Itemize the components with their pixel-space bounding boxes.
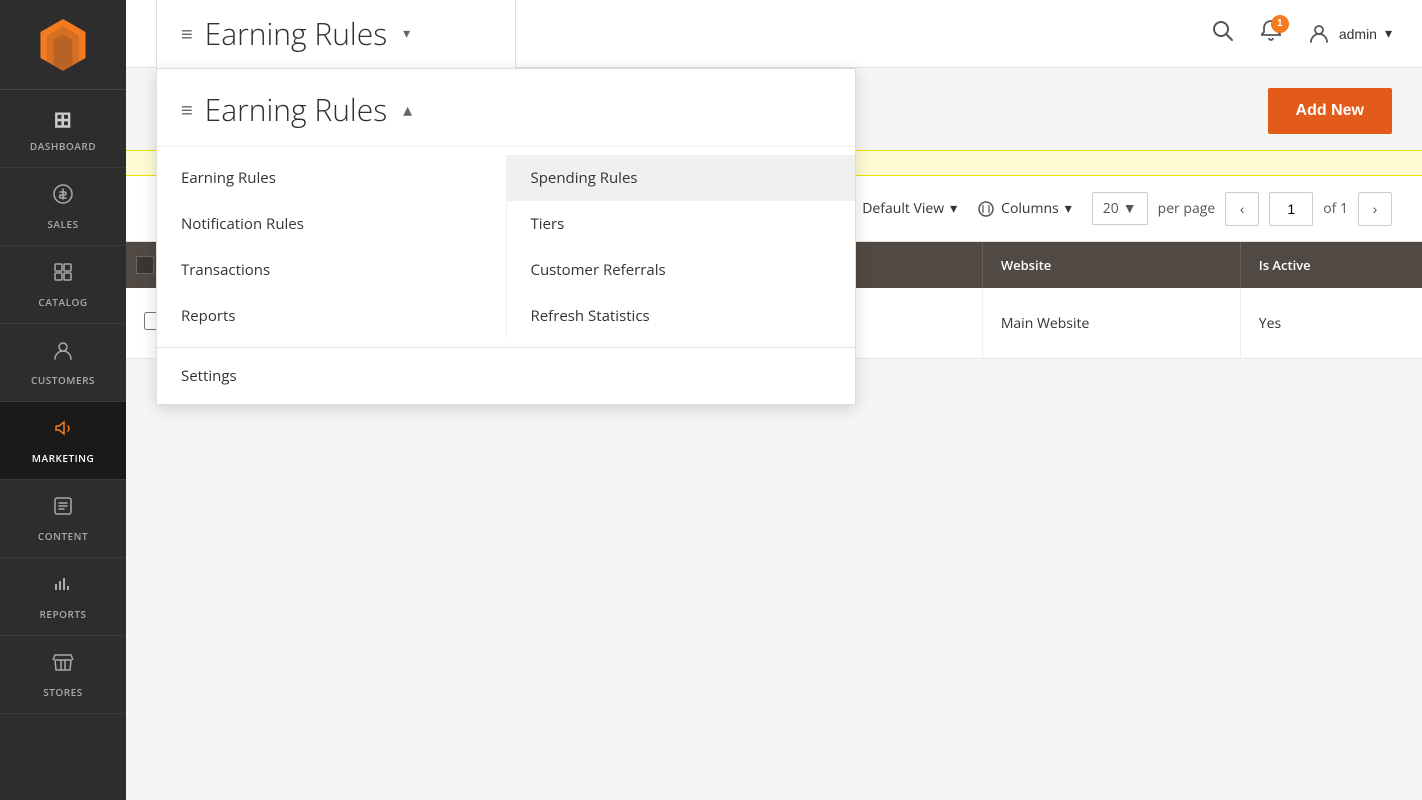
sales-icon [52,182,74,212]
page-of-label: of 1 [1323,199,1348,218]
sidebar-item-label: CONTENT [38,529,88,543]
sidebar-item-label: SALES [47,217,78,231]
dropdown-hamburger-icon[interactable]: ≡ [181,96,193,123]
dropdown-menu-arrow: ▴ [403,98,412,122]
sidebar-item-label: CUSTOMERS [31,373,95,387]
reports-icon [52,572,74,602]
per-page-label: per page [1158,199,1216,218]
sidebar-item-catalog[interactable]: CATALOG [0,246,126,324]
per-page-arrow-icon: ▼ [1123,199,1137,218]
sidebar-item-label: MARKETING [32,451,94,465]
catalog-icon [52,260,74,290]
admin-label: admin [1339,26,1377,42]
table-header-is-active: Is Active [1240,242,1422,288]
dropdown-col-1: Earning Rules Notification Rules Transac… [157,155,507,339]
sidebar-item-marketing[interactable]: MARKETING [0,402,126,480]
sidebar-item-label: DASHBOARD [30,139,96,153]
topbar-right: 1 admin ▾ [1211,19,1392,49]
sidebar-logo [0,0,126,90]
notification-badge: 1 [1271,15,1289,33]
customers-icon [52,338,74,368]
per-page-value: 20 [1103,199,1119,218]
view-arrow-icon: ▾ [950,199,957,218]
table-header-website: Website [982,242,1240,288]
search-icon [1211,19,1235,43]
dropdown-menu-title: Earning Rules [205,89,388,130]
topbar: ≡ Earning Rules ▾ 1 admin ▾ [126,0,1422,68]
page-title: Earning Rules [205,13,388,54]
dropdown-item-refresh-statistics[interactable]: Refresh Statistics [507,293,856,339]
view-label: Default View [862,199,944,218]
dropdown-item-tiers[interactable]: Tiers [507,201,856,247]
row-website: Main Website [982,288,1240,359]
pagination: 20 ▼ per page ‹ of 1 › [1092,192,1392,226]
sidebar: ⊞ DASHBOARD SALES CATALOG CUSTOMERS MARK… [0,0,126,800]
topbar-left: ≡ Earning Rules ▾ [156,0,516,71]
stores-icon [52,650,74,680]
sidebar-item-sales[interactable]: SALES [0,168,126,246]
dropdown-menu-footer: Settings [157,347,855,404]
dropdown-item-customer-referrals[interactable]: Customer Referrals [507,247,856,293]
page-title-area[interactable]: ≡ Earning Rules ▾ [156,0,516,71]
add-new-button[interactable]: Add New [1268,88,1392,134]
columns-selector[interactable]: Columns ▾ [977,199,1072,218]
content-icon [52,494,74,524]
search-button[interactable] [1211,19,1235,49]
marketing-icon [52,416,74,446]
magento-logo-icon [37,19,89,71]
row-is-active: Yes [1240,288,1422,359]
select-all-checkbox[interactable] [136,256,154,274]
dropdown-menu-items: Earning Rules Notification Rules Transac… [157,147,855,347]
hamburger-icon[interactable]: ≡ [181,20,193,47]
dropdown-col-2: Spending Rules Tiers Customer Referrals … [507,155,856,339]
notification-button[interactable]: 1 [1259,19,1283,49]
sidebar-item-content[interactable]: CONTENT [0,480,126,558]
per-page-select[interactable]: 20 ▼ [1092,192,1148,225]
sidebar-item-stores[interactable]: STORES [0,636,126,714]
next-page-button[interactable]: › [1358,192,1392,226]
columns-label: Columns [1001,199,1059,218]
admin-dropdown-arrow: ▾ [1385,25,1392,42]
dropdown-item-spending-rules[interactable]: Spending Rules [507,155,856,201]
columns-arrow-icon: ▾ [1065,199,1072,218]
view-selector[interactable]: Default View ▾ [838,199,957,218]
sidebar-item-reports[interactable]: REPORTS [0,558,126,636]
dropdown-item-earning-rules[interactable]: Earning Rules [157,155,506,201]
col-website-label: Website [1001,256,1051,274]
prev-page-button[interactable]: ‹ [1225,192,1259,226]
sidebar-item-label: STORES [43,685,82,699]
dropdown-menu-header: ≡ Earning Rules ▴ [157,69,855,147]
columns-icon [977,200,995,218]
dropdown-item-reports[interactable]: Reports [157,293,506,339]
dropdown-item-notification-rules[interactable]: Notification Rules [157,201,506,247]
main-area: ≡ Earning Rules ▾ 1 admin ▾ ≡ Earning Ru… [126,0,1422,800]
sidebar-item-label: CATALOG [38,295,87,309]
col-is-active-label: Is Active [1259,256,1311,274]
dropdown-item-settings[interactable]: Settings [181,362,831,390]
sidebar-item-label: REPORTS [39,607,86,621]
dashboard-icon: ⊞ [54,104,73,134]
admin-menu-button[interactable]: admin ▾ [1307,22,1392,46]
sidebar-item-customers[interactable]: CUSTOMERS [0,324,126,402]
title-dropdown-arrow[interactable]: ▾ [403,24,410,43]
admin-icon [1307,22,1331,46]
earning-rules-dropdown: ≡ Earning Rules ▴ Earning Rules Notifica… [156,68,856,405]
page-number-input[interactable] [1269,192,1313,226]
sidebar-item-dashboard[interactable]: ⊞ DASHBOARD [0,90,126,168]
dropdown-item-transactions[interactable]: Transactions [157,247,506,293]
